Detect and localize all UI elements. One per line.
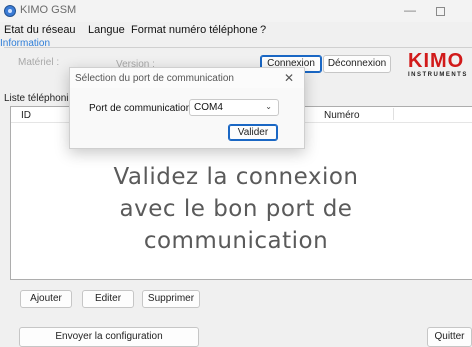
validate-button[interactable]: Valider — [228, 124, 278, 141]
minimize-icon[interactable]: — — [400, 2, 420, 18]
maximize-icon[interactable] — [436, 7, 445, 16]
overlay-line: avec le bon port de — [119, 196, 353, 222]
window-title: KIMO GSM — [20, 4, 77, 16]
disconnect-button[interactable]: Déconnexion — [323, 55, 391, 73]
edit-button[interactable]: Editer — [82, 290, 134, 308]
port-selection-dialog: Sélection du port de communication ✕ Por… — [69, 67, 305, 149]
menu-phone-format[interactable]: Format numéro téléphone — [131, 24, 258, 36]
column-separator — [393, 108, 394, 120]
logo-text: KIMO — [408, 50, 465, 72]
logo-subtext: INSTRUMENTS — [408, 72, 468, 78]
kimo-logo: KIMO INSTRUMENTS — [404, 50, 472, 80]
menu-help[interactable]: ? — [260, 24, 266, 36]
menu-network-state[interactable]: Etat du réseau — [4, 24, 76, 36]
phone-list-title: Liste téléphoni — [4, 93, 69, 104]
dialog-title: Sélection du port de communication — [75, 73, 234, 84]
close-icon[interactable]: ✕ — [284, 71, 294, 85]
hardware-label: Matériel : — [18, 57, 60, 68]
title-bar: KIMO GSM — — [0, 0, 472, 22]
port-select-value: COM4 — [194, 102, 223, 113]
port-select[interactable]: COM4 ⌄ — [189, 99, 279, 116]
instruction-overlay: Validez la connexion avec le bon port de… — [100, 161, 372, 257]
chevron-down-icon: ⌄ — [265, 102, 272, 111]
overlay-line: Validez la connexion — [113, 164, 359, 190]
quit-button[interactable]: Quitter — [427, 327, 472, 347]
delete-button[interactable]: Supprimer — [142, 290, 200, 308]
dialog-title-bar: Sélection du port de communication ✕ — [70, 68, 304, 88]
overlay-line: communication — [143, 228, 329, 254]
column-id[interactable]: ID — [21, 110, 31, 121]
menu-language[interactable]: Langue — [88, 24, 125, 36]
app-icon — [4, 5, 16, 17]
column-number[interactable]: Numéro — [324, 110, 360, 121]
port-label: Port de communication : — [89, 103, 197, 114]
add-button[interactable]: Ajouter — [20, 290, 72, 308]
send-config-button[interactable]: Envoyer la configuration — [19, 327, 199, 347]
